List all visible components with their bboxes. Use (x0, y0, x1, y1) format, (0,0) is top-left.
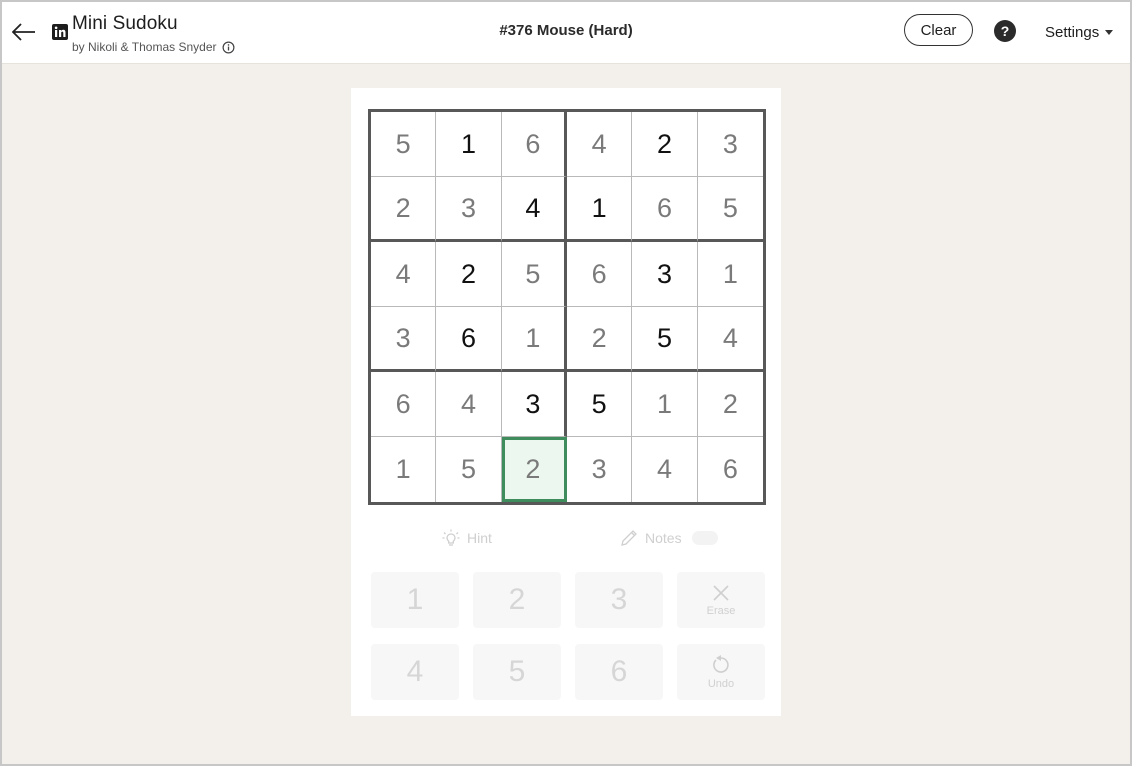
notes-toggle[interactable]: Notes (619, 520, 718, 556)
sudoku-grid: 516423234165425631361254643512152346 (368, 109, 766, 505)
sudoku-cell[interactable]: 4 (697, 307, 763, 372)
key-3[interactable]: 3 (575, 572, 663, 628)
sudoku-cell[interactable]: 6 (632, 177, 698, 242)
sudoku-cell[interactable]: 2 (501, 437, 567, 502)
key-6[interactable]: 6 (575, 644, 663, 700)
sudoku-cell[interactable]: 4 (436, 372, 502, 437)
notes-label: Notes (645, 530, 682, 546)
help-button[interactable]: ? (994, 20, 1016, 42)
hint-label: Hint (467, 530, 492, 546)
erase-button[interactable]: Erase (677, 572, 765, 628)
key-2[interactable]: 2 (473, 572, 561, 628)
caret-down-icon (1105, 30, 1114, 35)
sudoku-cell[interactable]: 2 (567, 307, 633, 372)
number-pad: 1 2 3 Erase 4 5 6 Undo (369, 570, 769, 700)
sudoku-cell[interactable]: 5 (371, 112, 437, 177)
sudoku-cell[interactable]: 2 (697, 372, 763, 437)
sudoku-cell[interactable]: 4 (567, 112, 633, 177)
sudoku-cell[interactable]: 3 (567, 437, 633, 502)
settings-label: Settings (1045, 24, 1100, 41)
sudoku-cell[interactable]: 5 (697, 177, 763, 242)
settings-dropdown[interactable]: Settings (1045, 24, 1114, 41)
sudoku-cell[interactable]: 6 (567, 242, 633, 307)
sudoku-cell[interactable]: 2 (436, 242, 502, 307)
sudoku-cell[interactable]: 6 (371, 372, 437, 437)
tool-bar: Hint Notes (351, 520, 781, 556)
sudoku-cell[interactable]: 3 (371, 307, 437, 372)
top-bar: Mini Sudoku by Nikoli & Thomas Snyder #3… (2, 2, 1130, 64)
app-title: Mini Sudoku (72, 13, 178, 34)
sudoku-cell[interactable]: 2 (632, 112, 698, 177)
sudoku-cell[interactable]: 3 (501, 372, 567, 437)
sudoku-cell[interactable]: 1 (436, 112, 502, 177)
back-button[interactable] (10, 18, 38, 46)
sudoku-cell[interactable]: 6 (698, 437, 763, 502)
sudoku-cell[interactable]: 6 (436, 307, 502, 372)
sudoku-cell[interactable]: 5 (501, 242, 567, 307)
help-icon: ? (1000, 23, 1010, 39)
sudoku-cell[interactable]: 4 (501, 177, 567, 242)
key-1[interactable]: 1 (371, 572, 459, 628)
undo-label: Undo (707, 678, 735, 690)
sudoku-cell[interactable]: 3 (436, 177, 502, 242)
key-5[interactable]: 5 (473, 644, 561, 700)
notes-switch[interactable] (691, 531, 718, 545)
sudoku-cell[interactable]: 5 (567, 372, 633, 437)
game-panel: 516423234165425631361254643512152346 Hin… (351, 88, 781, 716)
byline-text: by Nikoli & Thomas Snyder (72, 40, 217, 54)
sudoku-cell[interactable]: 1 (501, 307, 567, 372)
info-icon[interactable] (222, 41, 235, 54)
sudoku-cell[interactable]: 4 (371, 242, 437, 307)
byline: by Nikoli & Thomas Snyder (72, 40, 235, 54)
sudoku-cell[interactable]: 3 (697, 112, 763, 177)
key-4[interactable]: 4 (371, 644, 459, 700)
sudoku-cell[interactable]: 5 (436, 437, 502, 502)
sudoku-cell[interactable]: 1 (632, 372, 698, 437)
lightbulb-icon (442, 529, 460, 546)
sudoku-cell[interactable]: 4 (632, 437, 698, 502)
back-arrow-icon (12, 23, 35, 41)
sudoku-cell[interactable]: 6 (501, 112, 567, 177)
linkedin-logo-icon (52, 24, 68, 40)
pencil-icon (621, 530, 637, 546)
sudoku-cell[interactable]: 1 (567, 177, 633, 242)
hint-button[interactable]: Hint (441, 520, 492, 556)
clear-button[interactable]: Clear (904, 14, 973, 46)
sudoku-cell[interactable]: 2 (371, 177, 437, 242)
undo-button[interactable]: Undo (677, 644, 765, 700)
sudoku-cell[interactable]: 5 (632, 307, 698, 372)
sudoku-cell[interactable]: 1 (371, 437, 437, 502)
close-icon (713, 585, 729, 601)
sudoku-cell[interactable]: 3 (632, 242, 698, 307)
erase-label: Erase (706, 605, 736, 617)
sudoku-cell[interactable]: 1 (697, 242, 763, 307)
undo-icon (713, 655, 729, 673)
